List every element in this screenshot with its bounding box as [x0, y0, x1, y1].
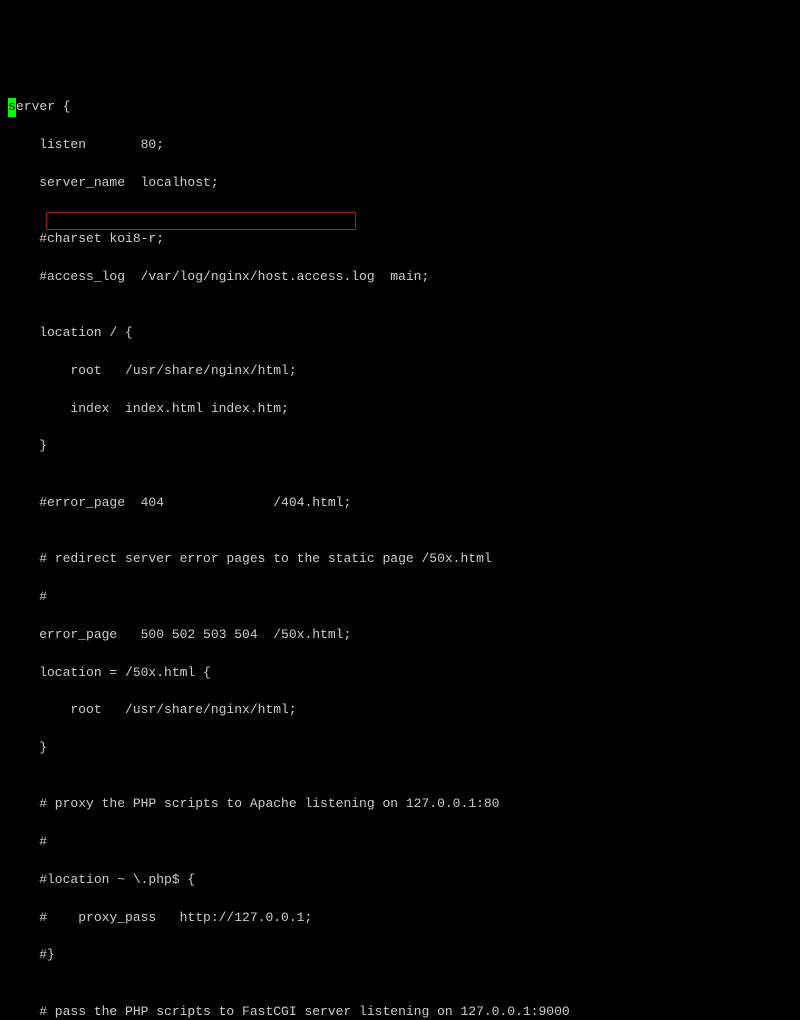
config-line: location / {	[8, 324, 792, 343]
config-line: #	[8, 588, 792, 607]
config-line: root /usr/share/nginx/html;	[8, 701, 792, 720]
config-line: }	[8, 739, 792, 758]
config-line-highlighted: root /usr/share/nginx/html;	[8, 362, 792, 381]
config-line: #access_log /var/log/nginx/host.access.l…	[8, 268, 792, 287]
config-line: error_page 500 502 503 504 /50x.html;	[8, 626, 792, 645]
config-line: server {	[8, 98, 792, 117]
config-line: }	[8, 437, 792, 456]
config-line: server_name localhost;	[8, 174, 792, 193]
config-line: #location ~ \.php$ {	[8, 871, 792, 890]
config-line: listen 80;	[8, 136, 792, 155]
config-line: #	[8, 833, 792, 852]
line-text: erver {	[16, 99, 71, 114]
annotation-highlight-box	[46, 212, 356, 230]
config-line: # redirect server error pages to the sta…	[8, 550, 792, 569]
config-line: # proxy the PHP scripts to Apache listen…	[8, 795, 792, 814]
config-line: index index.html index.htm;	[8, 400, 792, 419]
config-line: # proxy_pass http://127.0.0.1;	[8, 909, 792, 928]
config-line: #charset koi8-r;	[8, 230, 792, 249]
config-line: # pass the PHP scripts to FastCGI server…	[8, 1003, 792, 1020]
config-line: #}	[8, 946, 792, 965]
terminal-editor[interactable]: server { listen 80; server_name localhos…	[8, 79, 792, 1020]
config-line: location = /50x.html {	[8, 664, 792, 683]
cursor: s	[8, 98, 16, 117]
